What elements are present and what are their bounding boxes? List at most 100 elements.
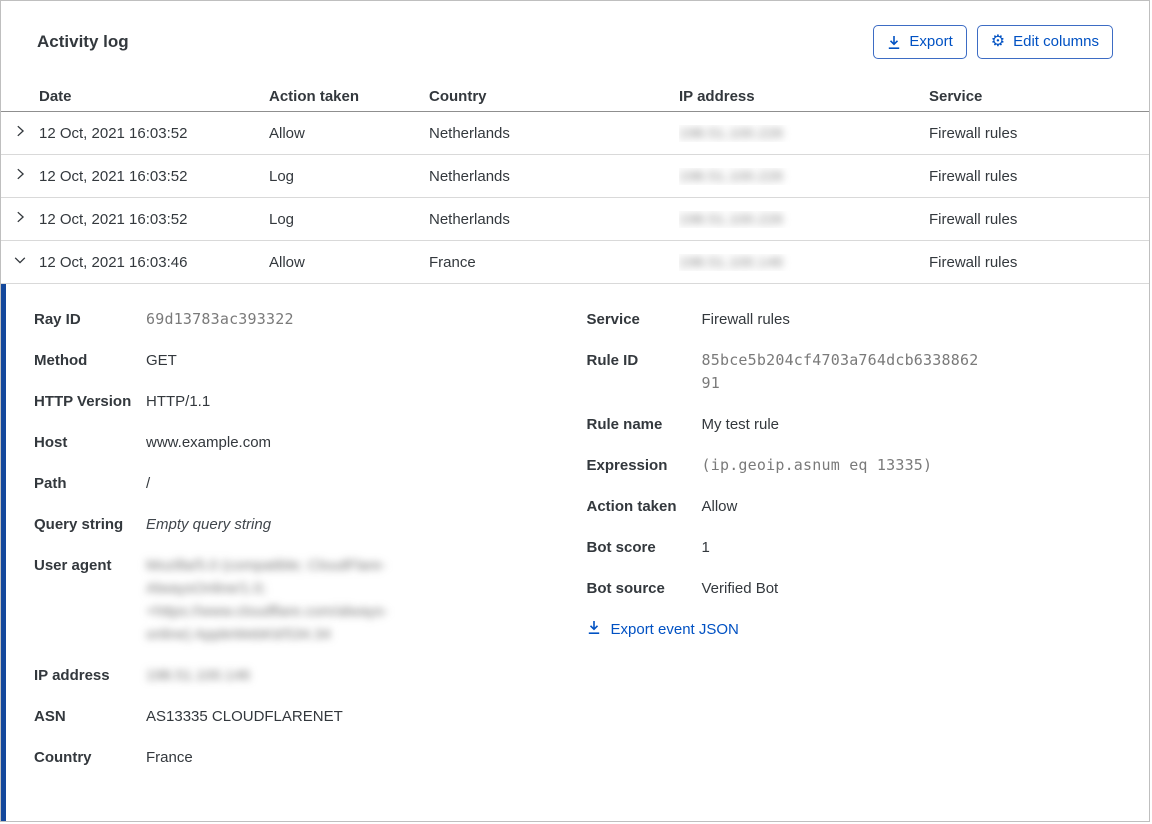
chevron-right-icon	[13, 124, 27, 142]
detail-label: Service	[586, 311, 640, 328]
edit-columns-button[interactable]: ⚙ Edit columns	[976, 25, 1113, 59]
activity-log-panel: Activity log Export ⚙ Edit columns Date …	[0, 0, 1150, 822]
row-date: 12 Oct, 2021 16:03:52	[39, 124, 188, 142]
header-bar: Activity log Export ⚙ Edit columns	[1, 1, 1149, 81]
detail-row: Bot source Verified Bot	[587, 577, 1150, 600]
detail-value: 198.51.100.146	[146, 667, 251, 684]
row-service: Firewall rules	[929, 167, 1018, 185]
detail-value: 1	[701, 539, 710, 556]
detail-row: ASN AS13335 CLOUDFLARENET	[34, 705, 578, 728]
detail-row: Host www.example.com	[34, 431, 578, 454]
detail-label: Query string	[34, 516, 124, 533]
row-expander[interactable]	[1, 167, 39, 185]
detail-value: (ip.geoip.asnum eq 13335)	[701, 456, 933, 474]
detail-value: Verified Bot	[701, 580, 779, 597]
detail-value: GET	[146, 352, 177, 369]
detail-label: Country	[34, 749, 92, 766]
row-country: Netherlands	[429, 124, 510, 142]
detail-label: Bot source	[586, 580, 665, 597]
row-country: Netherlands	[429, 167, 510, 185]
detail-row: Rule ID 85bce5b204cf4703a764dcb633886291	[587, 349, 1150, 395]
row-ip-address-redacted: 198.51.100.226	[679, 124, 784, 142]
detail-label: Host	[34, 434, 68, 451]
detail-label: Path	[34, 475, 67, 492]
table-body: 12 Oct, 2021 16:03:52 Allow Netherlands …	[1, 112, 1149, 284]
column-header-ip: IP address	[679, 87, 755, 105]
chevron-down-icon	[13, 253, 27, 271]
header-actions: Export ⚙ Edit columns	[873, 25, 1113, 59]
row-action-taken: Allow	[269, 253, 305, 271]
detail-right-column: Service Firewall rules Rule ID 85bce5b20…	[578, 308, 1150, 787]
detail-value: Allow	[701, 498, 738, 515]
page-title: Activity log	[37, 32, 129, 51]
expanded-event-detail: Ray ID 69d13783ac393322 Method GET HTTP …	[1, 284, 1149, 821]
detail-row: Path /	[34, 472, 578, 495]
row-service: Firewall rules	[929, 210, 1018, 228]
detail-label: IP address	[34, 667, 110, 684]
column-header-country: Country	[429, 87, 487, 105]
detail-value: www.example.com	[146, 434, 272, 451]
detail-label: Action taken	[586, 498, 677, 515]
table-row[interactable]: 12 Oct, 2021 16:03:52 Allow Netherlands …	[1, 112, 1149, 155]
detail-row: Country France	[34, 746, 578, 769]
edit-columns-label: Edit columns	[1013, 33, 1099, 50]
detail-row: Bot score 1	[587, 536, 1150, 559]
row-action-taken: Allow	[269, 124, 305, 142]
chevron-right-icon	[13, 210, 27, 228]
row-date: 12 Oct, 2021 16:03:52	[39, 210, 188, 228]
detail-label: HTTP Version	[34, 393, 132, 410]
export-button-label: Export	[909, 33, 953, 50]
row-expander[interactable]	[1, 124, 39, 142]
detail-value: My test rule	[701, 416, 780, 433]
row-country: France	[429, 253, 476, 271]
row-service: Firewall rules	[929, 124, 1018, 142]
column-header-date: Date	[39, 87, 72, 105]
column-header-action: Action taken	[269, 87, 360, 105]
gear-icon: ⚙	[990, 33, 1006, 50]
table-header-row: Date Action taken Country IP address Ser…	[1, 81, 1149, 112]
detail-row: Service Firewall rules	[587, 308, 1150, 331]
row-action-taken: Log	[269, 167, 295, 185]
chevron-right-icon	[13, 167, 27, 185]
detail-value: 85bce5b204cf4703a764dcb633886291	[701, 351, 979, 392]
row-ip-address-redacted: 198.51.100.226	[679, 167, 784, 185]
detail-value: Firewall rules	[701, 311, 790, 328]
download-icon	[887, 35, 901, 50]
detail-row: Query string Empty query string	[34, 513, 578, 536]
export-button[interactable]: Export	[873, 25, 967, 59]
detail-row: Rule name My test rule	[587, 413, 1150, 436]
detail-left-column: Ray ID 69d13783ac393322 Method GET HTTP …	[6, 308, 578, 787]
table-row[interactable]: 12 Oct, 2021 16:03:52 Log Netherlands 19…	[1, 155, 1149, 198]
detail-value: Mozilla/5.0 (compatible; CloudFlare-Alwa…	[146, 557, 389, 643]
detail-value: 69d13783ac393322	[146, 310, 294, 328]
detail-row: IP address 198.51.100.146	[34, 664, 578, 687]
detail-label: Rule name	[586, 416, 663, 433]
detail-label: Ray ID	[34, 311, 81, 328]
detail-row: Expression (ip.geoip.asnum eq 13335)	[587, 454, 1150, 477]
detail-value: HTTP/1.1	[146, 393, 211, 410]
row-country: Netherlands	[429, 210, 510, 228]
table-row[interactable]: 12 Oct, 2021 16:03:46 Allow France 198.5…	[1, 241, 1149, 284]
detail-label: Rule ID	[586, 352, 639, 369]
row-date: 12 Oct, 2021 16:03:52	[39, 167, 188, 185]
download-icon	[587, 620, 601, 639]
detail-value: Empty query string	[146, 516, 272, 533]
row-ip-address-redacted: 198.51.100.146	[679, 253, 784, 271]
detail-row: HTTP Version HTTP/1.1	[34, 390, 578, 413]
row-ip-address-redacted: 198.51.100.226	[679, 210, 784, 228]
export-event-json-link[interactable]: Export event JSON	[587, 620, 739, 639]
detail-row: User agent Mozilla/5.0 (compatible; Clou…	[34, 554, 578, 646]
detail-row: Ray ID 69d13783ac393322	[34, 308, 578, 331]
detail-row: Method GET	[34, 349, 578, 372]
row-service: Firewall rules	[929, 253, 1018, 271]
row-expander[interactable]	[1, 210, 39, 228]
table-row[interactable]: 12 Oct, 2021 16:03:52 Log Netherlands 19…	[1, 198, 1149, 241]
row-expander[interactable]	[1, 253, 39, 271]
row-date: 12 Oct, 2021 16:03:46	[39, 253, 188, 271]
detail-label: Bot score	[586, 539, 656, 556]
detail-label: ASN	[34, 708, 66, 725]
detail-value: /	[146, 475, 151, 492]
detail-value: AS13335 CLOUDFLARENET	[146, 708, 343, 725]
export-event-json-label: Export event JSON	[610, 621, 739, 638]
detail-label: Method	[34, 352, 88, 369]
